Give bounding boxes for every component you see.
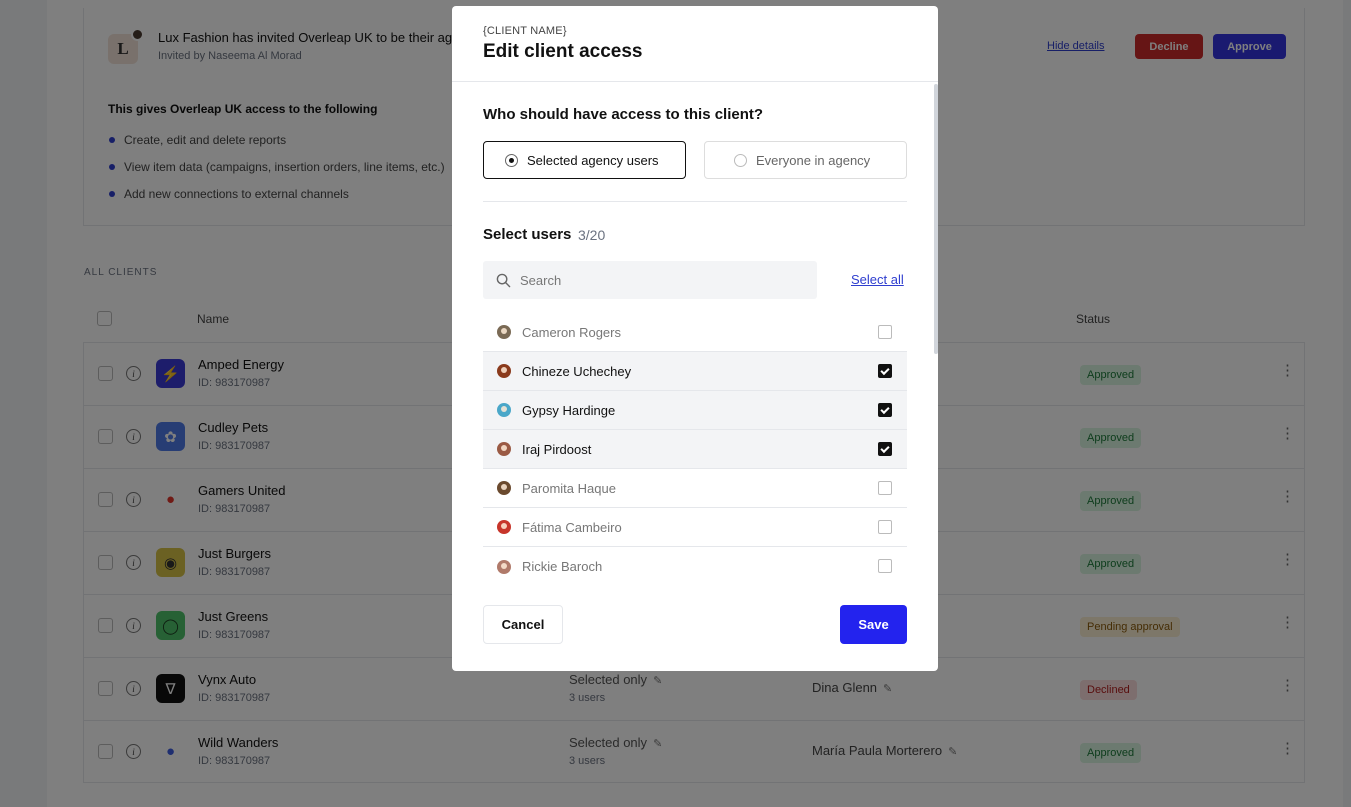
selected-users-count: 3/20: [578, 227, 606, 243]
user-name: Rickie Baroch: [522, 559, 603, 574]
option-selected-agency-users[interactable]: Selected agency users: [483, 141, 686, 179]
option-label: Everyone in agency: [756, 152, 871, 168]
user-name: Iraj Pirdoost: [522, 441, 592, 457]
radio-unselected-icon: [734, 153, 747, 167]
user-row[interactable]: Chineze Uchechey: [483, 352, 907, 391]
save-button[interactable]: Save: [840, 605, 907, 644]
modal-title: Edit client access: [483, 41, 643, 62]
users-list: Cameron Rogers Chineze Uchechey Gypsy Ha…: [483, 313, 907, 586]
modal-header: {CLIENT NAME} Edit client access: [452, 6, 938, 82]
client-name-kicker: {CLIENT NAME}: [483, 25, 567, 37]
select-users-title: Select users: [483, 226, 572, 243]
search-input[interactable]: [520, 272, 780, 288]
user-name: Cameron Rogers: [522, 324, 621, 340]
avatar: [497, 442, 511, 456]
user-name: Fátima Cambeiro: [522, 519, 622, 535]
divider: [483, 201, 907, 202]
user-row[interactable]: Paromita Haque: [483, 469, 907, 508]
user-row[interactable]: Gypsy Hardinge: [483, 391, 907, 430]
edit-client-access-modal: {CLIENT NAME} Edit client access Who sho…: [452, 6, 938, 671]
avatar: [497, 520, 511, 534]
user-row[interactable]: Iraj Pirdoost: [483, 430, 907, 469]
user-checkbox[interactable]: [878, 481, 892, 495]
search-box[interactable]: [483, 261, 817, 299]
user-name: Chineze Uchechey: [522, 363, 632, 379]
cancel-button[interactable]: Cancel: [483, 605, 563, 644]
user-checkbox[interactable]: [878, 442, 892, 456]
access-question: Who should have access to this client?: [483, 106, 764, 123]
user-name: Gypsy Hardinge: [522, 402, 616, 418]
avatar: [497, 481, 511, 495]
user-checkbox[interactable]: [878, 325, 892, 339]
user-name: Paromita Haque: [522, 480, 616, 496]
avatar: [497, 325, 511, 339]
search-icon: [496, 273, 511, 287]
user-row[interactable]: Fátima Cambeiro: [483, 508, 907, 547]
avatar: [497, 403, 511, 417]
avatar: [497, 364, 511, 378]
user-checkbox[interactable]: [878, 364, 892, 378]
option-everyone-in-agency[interactable]: Everyone in agency: [704, 141, 907, 179]
user-row[interactable]: Cameron Rogers: [483, 313, 907, 352]
user-checkbox[interactable]: [878, 520, 892, 534]
select-all-link[interactable]: Select all: [851, 272, 904, 287]
avatar: [497, 559, 511, 574]
user-checkbox[interactable]: [878, 403, 892, 417]
user-row[interactable]: Rickie Baroch: [483, 547, 907, 586]
option-label: Selected agency users: [527, 152, 659, 168]
user-checkbox[interactable]: [878, 559, 892, 573]
radio-selected-icon: [505, 153, 518, 167]
modal-scrollbar[interactable]: [934, 84, 938, 354]
